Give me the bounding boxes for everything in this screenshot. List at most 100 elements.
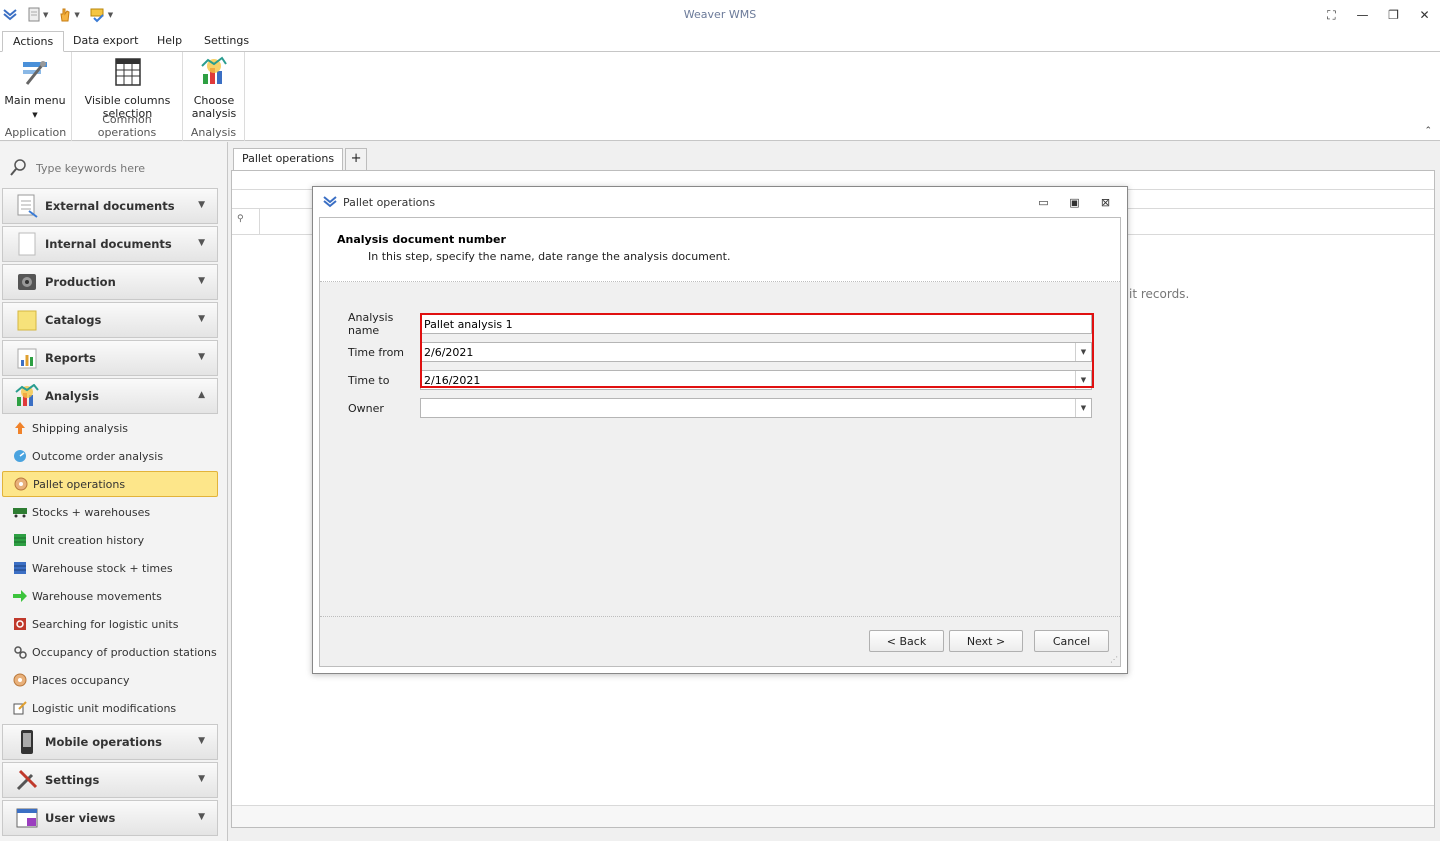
- nav-group-label: Reports: [45, 351, 96, 365]
- time-to-field: ▼: [420, 370, 1092, 390]
- window-controls: ⛶ — ❐ ✕: [1316, 4, 1440, 26]
- time-to-label: Time to: [348, 373, 390, 387]
- nav-search-input[interactable]: [36, 161, 206, 175]
- nav-search: [8, 156, 218, 180]
- nav-item-unit-creation-history[interactable]: Unit creation history: [2, 527, 218, 553]
- time-to-input[interactable]: [421, 373, 1061, 387]
- chevron-down-icon[interactable]: ▼: [1075, 343, 1091, 361]
- nav-item-label: Outcome order analysis: [32, 449, 164, 463]
- modify-unit-icon: [12, 700, 28, 716]
- nav-group-label: Mobile operations: [45, 735, 162, 749]
- dialog-title-bar: Pallet operations ▭ ▣ ⊠: [313, 187, 1127, 217]
- step-title: Analysis document number: [337, 233, 506, 246]
- ribbon-group-common-operations: Visible columns selection Common operati…: [72, 52, 183, 141]
- nav-group-user-views[interactable]: User views ▼: [2, 800, 218, 836]
- nav-item-warehouse-movements[interactable]: Warehouse movements: [2, 583, 218, 609]
- analysis-name-input[interactable]: [421, 317, 1061, 331]
- nav-item-label: Stocks + warehouses: [32, 505, 151, 519]
- gears-icon: [12, 644, 28, 660]
- columns-table-icon: [114, 58, 141, 86]
- catalogs-icon: [13, 306, 41, 334]
- tab-actions[interactable]: Actions: [2, 31, 65, 52]
- nav-item-occupancy-production-stations[interactable]: Occupancy of production stations: [2, 639, 218, 665]
- tab-settings[interactable]: Settings: [194, 31, 259, 52]
- nav-group-internal-documents[interactable]: Internal documents ▼: [2, 226, 218, 262]
- restore-icon[interactable]: ❐: [1378, 4, 1409, 26]
- choose-analysis-label: Choose analysis: [191, 94, 237, 120]
- title-bar: ▼ ▼ ▼ Weaver WMS ⛶ — ❐ ✕: [0, 0, 1440, 30]
- row-analysis-name: Analysis name: [348, 311, 420, 337]
- collapse-ribbon-icon[interactable]: ⌃: [1424, 126, 1432, 136]
- nav-group-label: Production: [45, 275, 116, 289]
- ribbon-group-analysis: Choose analysis Analysis: [183, 52, 245, 141]
- close-icon[interactable]: ✕: [1409, 4, 1440, 26]
- arrow-up-icon: [12, 420, 28, 436]
- add-tab-button[interactable]: +: [345, 148, 368, 170]
- nav-group-label: Analysis: [45, 389, 99, 403]
- visible-columns-button[interactable]: Visible columns selection: [80, 56, 175, 120]
- tab-pallet-operations[interactable]: Pallet operations: [233, 148, 344, 170]
- nav-item-shipping-analysis[interactable]: Shipping analysis: [2, 415, 218, 441]
- analysis-name-label: Analysis name: [348, 311, 394, 337]
- nav-item-searching-logistic-units[interactable]: Searching for logistic units: [2, 611, 218, 637]
- main-menu-icon: [23, 61, 47, 85]
- nav-item-stocks-warehouses[interactable]: Stocks + warehouses: [2, 499, 218, 525]
- nav-group-label: Catalogs: [45, 313, 102, 327]
- nav-item-warehouse-stock-times[interactable]: Warehouse stock + times: [2, 555, 218, 581]
- chevron-down-icon: ▼: [198, 200, 205, 210]
- owner-field: ▼: [420, 398, 1092, 418]
- nav-group-analysis[interactable]: Analysis ▲: [2, 378, 218, 414]
- nav-item-pallet-operations[interactable]: Pallet operations: [2, 471, 218, 497]
- step-description: In this step, specify the name, date ran…: [368, 250, 731, 263]
- main-menu-button[interactable]: Main menu ▼: [4, 56, 66, 122]
- nav-item-places-occupancy[interactable]: Places occupancy: [2, 667, 218, 693]
- user-views-icon: [13, 804, 41, 832]
- nav-group-label: User views: [45, 811, 116, 825]
- main-menu-label: Main menu: [4, 94, 66, 107]
- chevron-down-icon[interactable]: ▼: [1075, 399, 1091, 417]
- time-from-input[interactable]: [421, 345, 1061, 359]
- app-logo-icon: [323, 196, 337, 208]
- fullscreen-icon[interactable]: ⛶: [1316, 4, 1347, 26]
- chevron-down-icon[interactable]: ▼: [1075, 371, 1091, 389]
- truck-icon: [12, 504, 28, 520]
- pallet-operations-dialog: Pallet operations ▭ ▣ ⊠ Analysis documen…: [312, 186, 1128, 674]
- row-time-from: Time from: [348, 342, 420, 362]
- group-name-common-operations: Common operations: [97, 113, 157, 139]
- tab-data-export[interactable]: Data export: [63, 31, 148, 52]
- dialog-close-icon[interactable]: ⊠: [1090, 193, 1121, 211]
- search-icon: [10, 159, 26, 176]
- cancel-button[interactable]: Cancel: [1034, 630, 1109, 652]
- owner-label: Owner: [348, 401, 384, 415]
- chevron-up-icon: ▲: [198, 390, 205, 400]
- navigation-pane: External documents ▼ Internal documents …: [0, 142, 228, 841]
- filter-pin-icon[interactable]: ⚲: [232, 209, 260, 234]
- minimize-icon[interactable]: —: [1347, 4, 1378, 26]
- next-button[interactable]: Next >: [949, 630, 1023, 652]
- nav-group-external-documents[interactable]: External documents ▼: [2, 188, 218, 224]
- wizard-header: Analysis document number In this step, s…: [320, 218, 1120, 282]
- choose-analysis-button[interactable]: Choose analysis: [187, 56, 241, 120]
- analysis-chart-icon: [201, 56, 227, 84]
- dialog-minimize-icon[interactable]: ▭: [1028, 193, 1059, 211]
- tab-help[interactable]: Help: [147, 31, 192, 52]
- back-button[interactable]: < Back: [869, 630, 944, 652]
- nav-group-reports[interactable]: Reports ▼: [2, 340, 218, 376]
- dialog-maximize-icon[interactable]: ▣: [1059, 193, 1090, 211]
- chevron-down-icon: ▼: [198, 352, 205, 362]
- nav-item-label: Warehouse stock + times: [32, 561, 173, 575]
- ribbon-tabs: Actions Data export Help Settings: [0, 30, 1440, 52]
- owner-input[interactable]: [421, 401, 1061, 415]
- nav-item-label: Unit creation history: [32, 533, 145, 547]
- nav-group-mobile-operations[interactable]: Mobile operations ▼: [2, 724, 218, 760]
- nav-group-settings[interactable]: Settings ▼: [2, 762, 218, 798]
- nav-group-catalogs[interactable]: Catalogs ▼: [2, 302, 218, 338]
- ribbon-group-application: Main menu ▼ Application: [0, 52, 72, 141]
- nav-group-production[interactable]: Production ▼: [2, 264, 218, 300]
- nav-item-outcome-order-analysis[interactable]: Outcome order analysis: [2, 443, 218, 469]
- green-box-icon: [12, 532, 28, 548]
- resize-grip-icon[interactable]: ⋰: [1110, 655, 1118, 664]
- dialog-title: Pallet operations: [343, 195, 436, 209]
- search-units-icon: [12, 616, 28, 632]
- nav-item-logistic-unit-modifications[interactable]: Logistic unit modifications: [2, 695, 218, 721]
